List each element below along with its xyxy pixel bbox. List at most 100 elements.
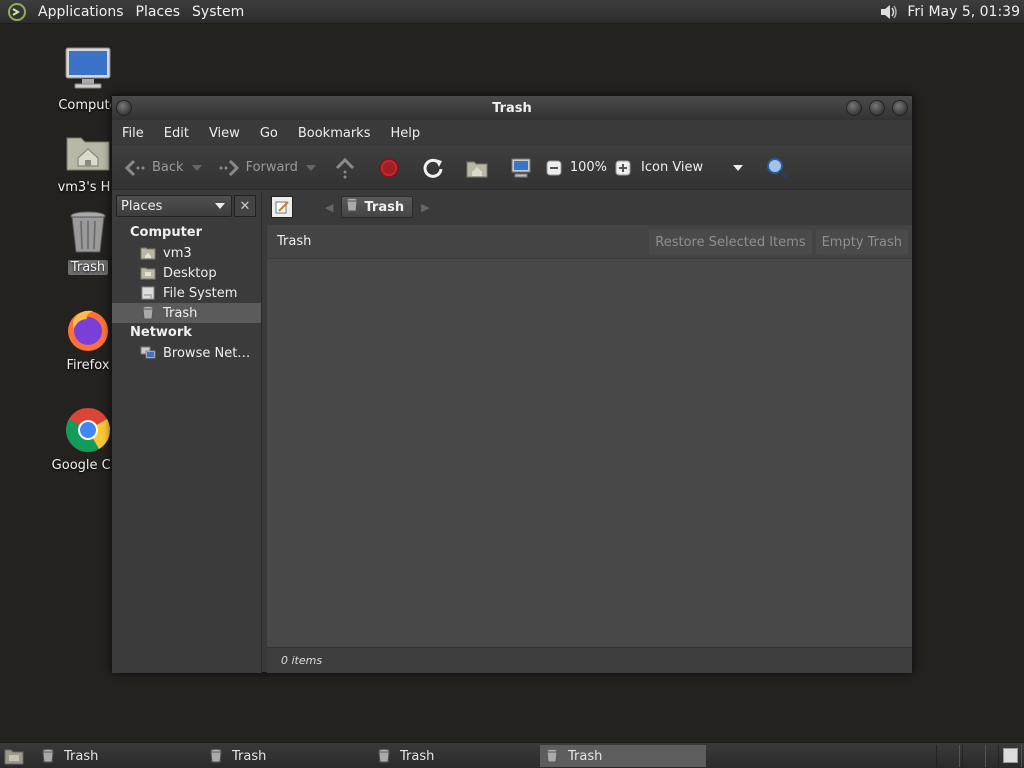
computer-button[interactable] — [506, 153, 536, 183]
taskbar-item[interactable]: Trash — [372, 745, 538, 767]
top-panel: Applications Places System Fri May 5, 01… — [0, 0, 1024, 24]
window-title: Trash — [492, 100, 532, 116]
places-sidebar: Places ✕ Computer vm3 Desktop File Syste… — [112, 191, 262, 673]
menu-help[interactable]: Help — [380, 126, 430, 141]
system-menu[interactable]: System — [186, 4, 250, 20]
reload-button[interactable] — [418, 153, 448, 183]
stop-button[interactable] — [374, 153, 404, 183]
trash-icon — [208, 748, 224, 764]
sidebar-item-desktop[interactable]: Desktop — [112, 263, 261, 283]
content-pane: Trash Restore Selected Items Empty Trash… — [267, 225, 912, 673]
up-arrow-icon — [335, 157, 354, 178]
back-history-dropdown-icon[interactable] — [191, 164, 202, 171]
taskbar-item-active[interactable]: Trash — [540, 745, 706, 767]
file-manager-window: Trash File Edit View Go Bookmarks Help B… — [111, 95, 913, 673]
crumb-right-arrow-icon[interactable]: ▶ — [421, 201, 429, 214]
back-button[interactable]: Back — [120, 153, 206, 183]
forward-button[interactable]: Forward — [214, 153, 320, 183]
empty-trash-button[interactable]: Empty Trash — [815, 229, 908, 254]
zoom-level[interactable]: 100% — [566, 153, 611, 183]
stop-icon — [379, 157, 399, 178]
trash-icon — [346, 198, 359, 216]
home-folder-icon — [63, 128, 113, 176]
clock[interactable]: Fri May 5, 01:39 — [907, 4, 1024, 20]
show-desktop-icon[interactable] — [2, 744, 26, 768]
chrome-icon — [63, 406, 113, 454]
zoom-in-button[interactable] — [611, 153, 635, 183]
sidebar-item-browse-network[interactable]: Browse Net… — [112, 343, 261, 363]
taskbar-item[interactable]: Trash — [204, 745, 370, 767]
menu-go[interactable]: Go — [250, 126, 288, 141]
zoom-in-icon — [615, 160, 631, 175]
status-bar: 0 items — [267, 647, 912, 673]
trash-icon — [63, 208, 113, 256]
sidebar-item-file-system[interactable]: File System — [112, 283, 261, 303]
sidebar-close-button[interactable]: ✕ — [234, 195, 256, 217]
desktop-icon-label: Firefox — [66, 358, 110, 373]
distro-logo-icon[interactable] — [6, 1, 28, 23]
trash-icon — [140, 305, 156, 321]
workspace-indicator — [1003, 748, 1018, 763]
firefox-icon — [63, 306, 113, 354]
info-bar-label: Trash — [277, 234, 312, 249]
menu-bookmarks[interactable]: Bookmarks — [288, 126, 381, 141]
forward-arrow-icon — [219, 159, 239, 176]
icon-view-area[interactable] — [267, 260, 912, 647]
trash-icon — [40, 748, 56, 764]
status-text: 0 items — [281, 654, 323, 667]
sidebar-type-select[interactable]: Places — [116, 195, 232, 217]
forward-history-dropdown-icon[interactable] — [305, 164, 316, 171]
toolbar: Back Forward 100% Icon View — [112, 146, 912, 190]
minimize-button[interactable] — [846, 100, 862, 116]
toggle-location-entry-button[interactable] — [271, 196, 293, 218]
volume-icon[interactable] — [877, 1, 899, 23]
zoom-out-icon — [546, 160, 562, 175]
sidebar-heading-computer: Computer — [130, 225, 203, 240]
sidebar-heading-network: Network — [130, 325, 192, 340]
menu-view[interactable]: View — [199, 126, 250, 141]
menu-file[interactable]: File — [112, 126, 154, 141]
workspace-current[interactable] — [998, 745, 1022, 767]
desktop-folder-icon — [140, 265, 156, 281]
chevron-down-icon — [215, 203, 225, 209]
breadcrumb-trash[interactable]: Trash — [341, 196, 414, 218]
applications-menu[interactable]: Applications — [32, 4, 130, 20]
location-bar: ◀ Trash ▶ — [267, 192, 912, 222]
search-button[interactable] — [761, 153, 793, 183]
up-button[interactable] — [330, 153, 360, 183]
sidebar-item-trash[interactable]: Trash — [112, 303, 261, 323]
trash-icon — [544, 748, 560, 764]
menubar: File Edit View Go Bookmarks Help — [112, 120, 912, 146]
back-arrow-icon — [124, 159, 145, 176]
window-menu-button[interactable] — [116, 100, 132, 116]
view-mode-select[interactable]: Icon View — [637, 153, 747, 183]
home-icon — [466, 161, 488, 177]
trash-icon — [376, 748, 392, 764]
edit-icon — [275, 201, 289, 214]
close-button[interactable] — [892, 100, 908, 116]
maximize-button[interactable] — [869, 100, 885, 116]
places-list: Computer vm3 Desktop File System Trash N… — [112, 223, 261, 363]
places-menu[interactable]: Places — [130, 4, 187, 20]
restore-selected-button[interactable]: Restore Selected Items — [649, 229, 812, 254]
desktop-icon-label: Trash — [67, 260, 109, 275]
crumb-left-arrow-icon[interactable]: ◀ — [325, 201, 333, 214]
drive-icon — [140, 285, 156, 301]
close-icon: ✕ — [239, 198, 251, 214]
home-folder-icon — [140, 245, 156, 261]
chevron-down-icon — [733, 164, 744, 171]
workspace-1[interactable] — [936, 745, 960, 767]
sidebar-item-vm3[interactable]: vm3 — [112, 243, 261, 263]
search-icon — [767, 157, 789, 179]
taskbar-item[interactable]: Trash — [36, 745, 202, 767]
workspace-2[interactable] — [962, 745, 986, 767]
trash-info-bar: Trash Restore Selected Items Empty Trash — [267, 225, 912, 259]
home-button[interactable] — [462, 153, 492, 183]
window-titlebar[interactable]: Trash — [112, 96, 912, 120]
zoom-out-button[interactable] — [542, 153, 566, 183]
network-icon — [140, 345, 156, 361]
computer-icon — [63, 46, 113, 94]
reload-icon — [423, 158, 443, 178]
menu-edit[interactable]: Edit — [154, 126, 199, 141]
bottom-panel: Trash Trash Trash Trash — [0, 742, 1024, 768]
